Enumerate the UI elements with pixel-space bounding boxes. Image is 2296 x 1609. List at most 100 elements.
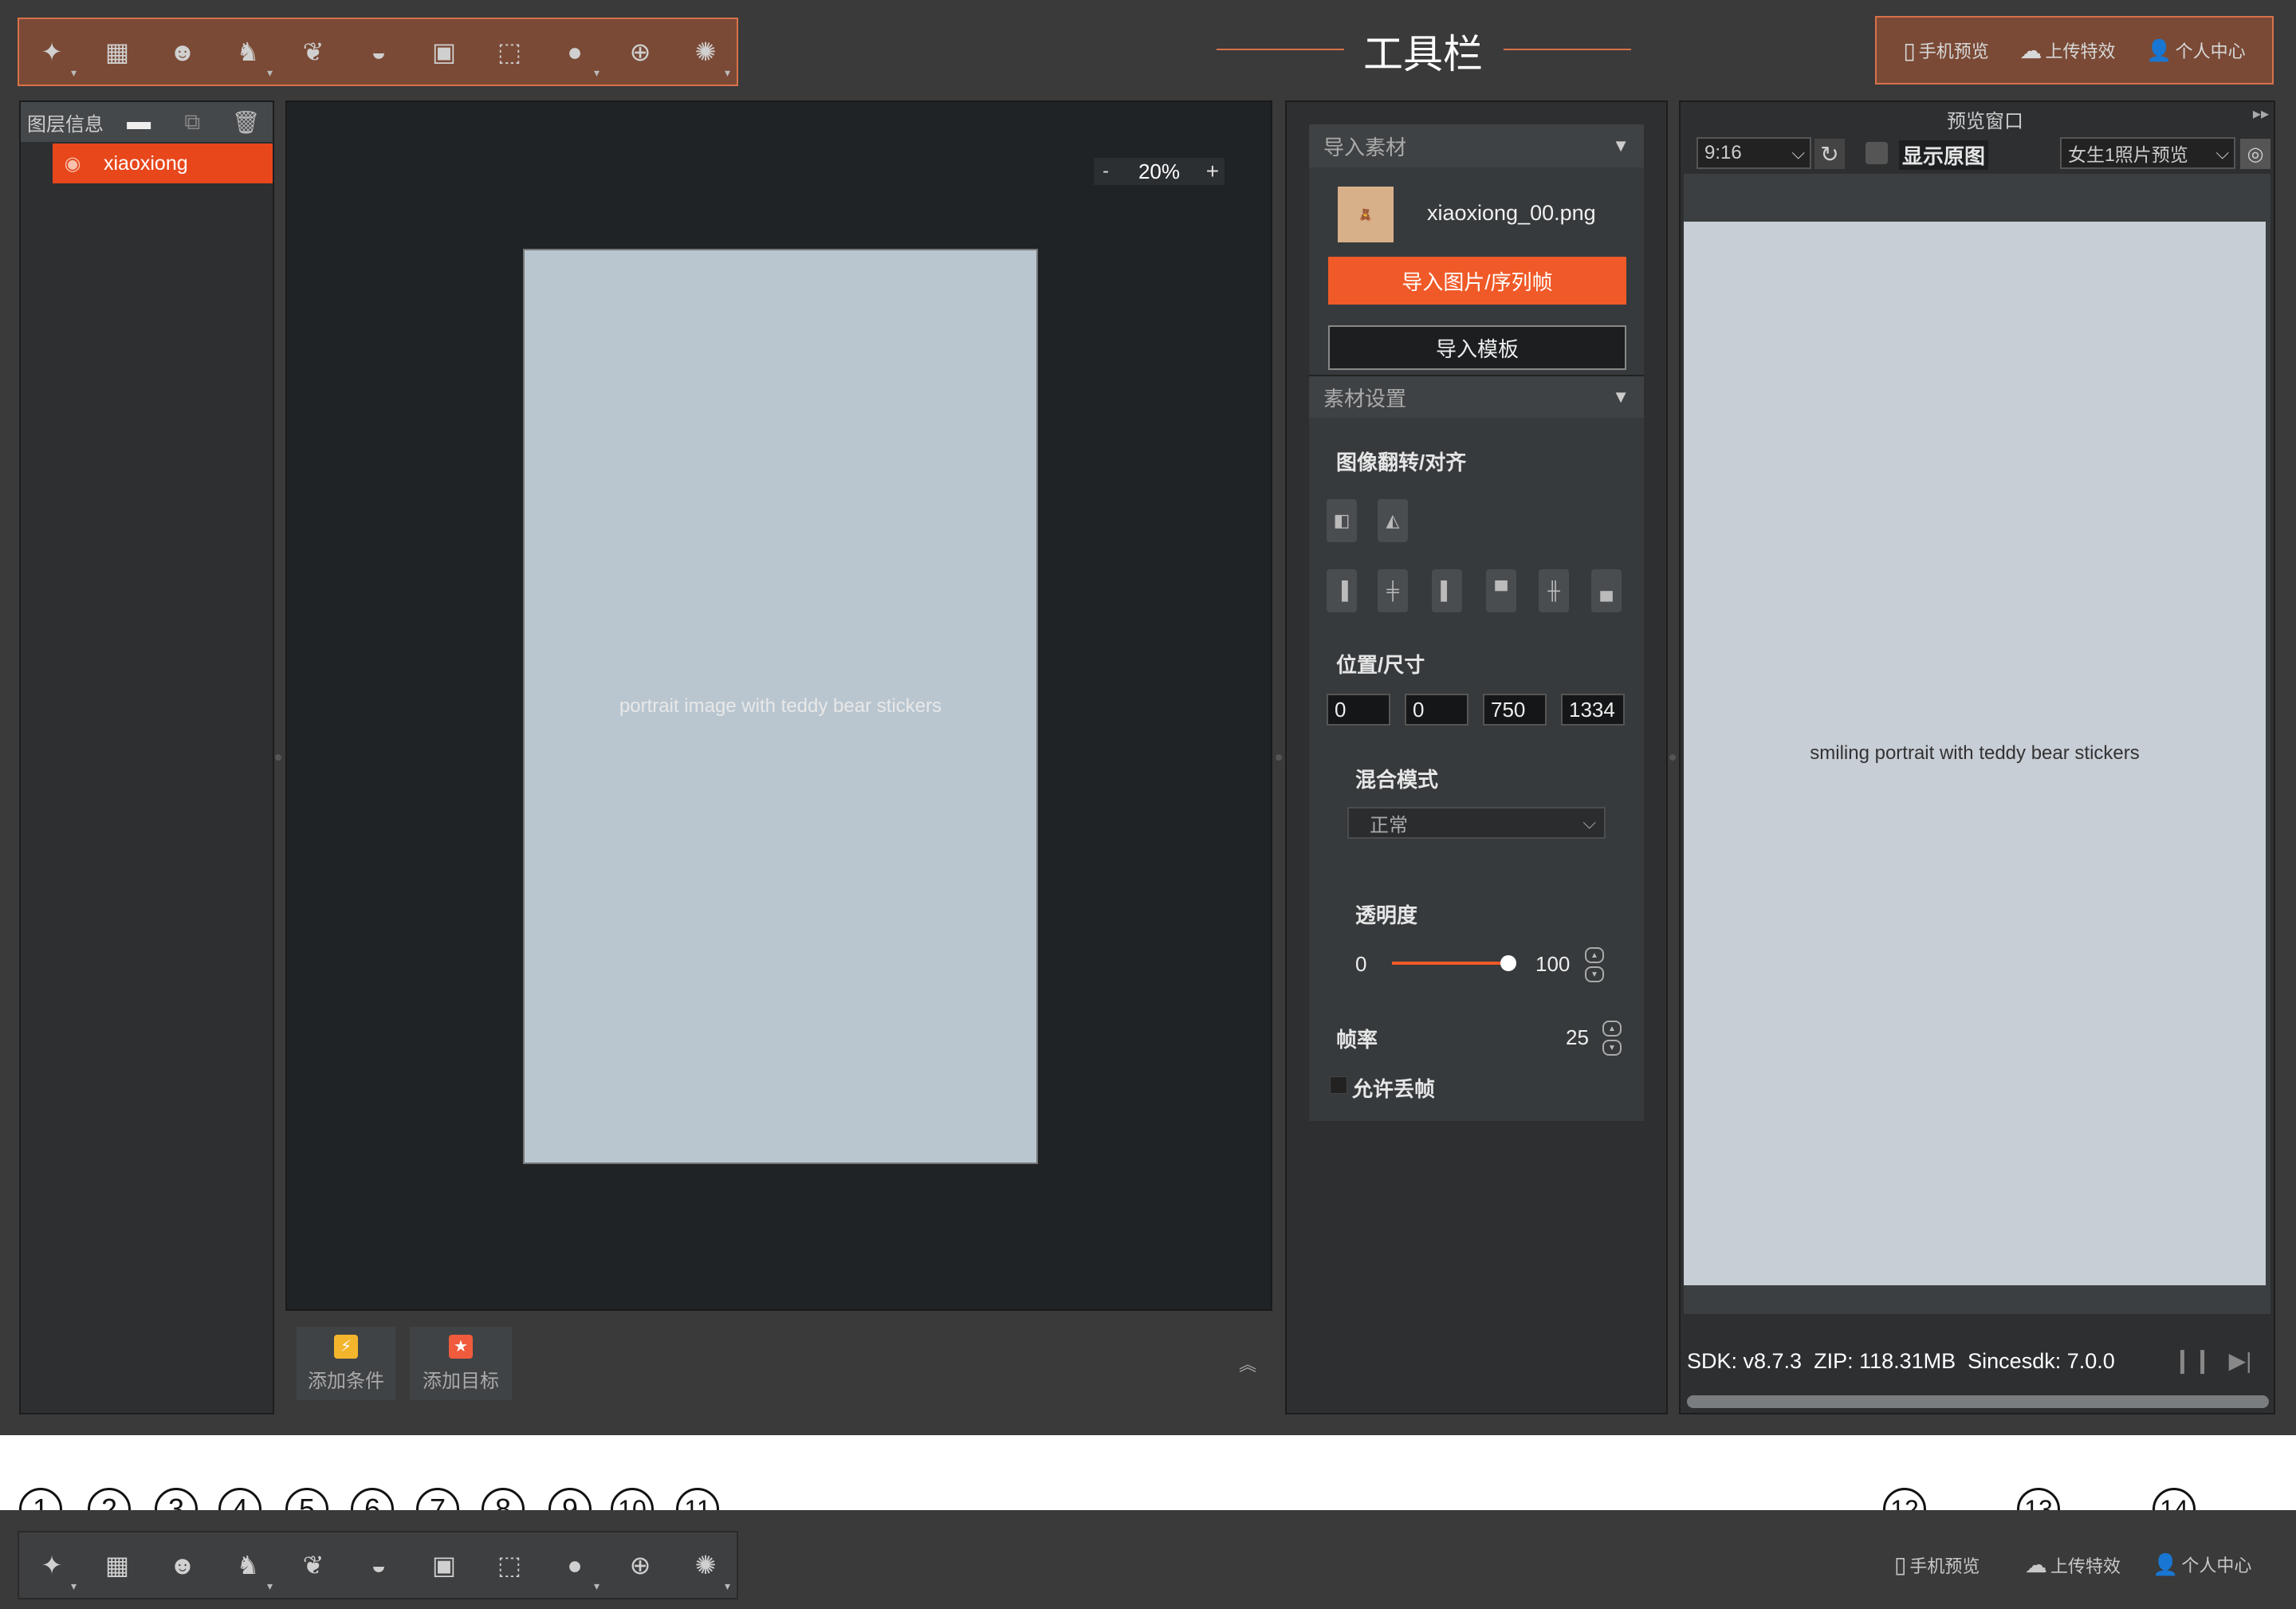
model-select[interactable]: 女生1照片预览 ⌵ — [2060, 137, 2235, 169]
cloud-upload-icon: ☁ — [2025, 1552, 2047, 1577]
opacity-value[interactable]: 100 — [1535, 952, 1570, 977]
wand-icon[interactable]: ✦ ▾ — [19, 1532, 85, 1598]
align-bottom-icon[interactable]: ▄ — [1591, 569, 1622, 612]
layer-item[interactable]: ◉ xiaoxiong — [53, 144, 273, 183]
user-center-button[interactable]: 👤 个人中心 — [2146, 37, 2245, 63]
mask-icon[interactable]: ⊕ — [607, 19, 673, 85]
align-top-icon[interactable]: ▀ — [1486, 569, 1516, 612]
opacity-spinner[interactable]: ▲ ▼ — [1585, 947, 1604, 982]
add-target-button[interactable]: ★ 添加目标 — [410, 1327, 512, 1400]
preview-title: 预览窗口 — [1947, 111, 2023, 132]
upload-effect-button[interactable]: ☁ 上传特效 — [2020, 37, 2116, 64]
trash-icon[interactable]: 🗑 — [219, 109, 273, 136]
contour-icon[interactable]: ◒ — [346, 1532, 411, 1598]
fps-label: 帧率 — [1336, 1028, 1378, 1052]
opacity-slider[interactable] — [1392, 962, 1512, 965]
asset-panel-left-handle[interactable] — [1276, 754, 1282, 761]
makeup-icon[interactable]: ❦ — [281, 1532, 346, 1598]
blend-mode-label: 混合模式 — [1355, 768, 1439, 792]
add-condition-button[interactable]: ⚡ 添加条件 — [297, 1327, 395, 1400]
contour-icon[interactable]: ◒ — [346, 19, 411, 85]
mask-icon[interactable]: ⊕ — [607, 1532, 673, 1598]
hair-icon[interactable]: ♞ ▾ — [215, 19, 281, 85]
asset-thumbnail: 🧸 — [1338, 187, 1394, 242]
opacity-slider-handle[interactable] — [1500, 955, 1516, 971]
import-section-header[interactable]: 导入素材 ▼ — [1309, 124, 1644, 167]
sticker-icon[interactable]: ● ▾ — [542, 1532, 607, 1598]
canvas-left-handle[interactable] — [275, 754, 281, 761]
asset-panel: 导入素材 ▼ 🧸 xiaoxiong_00.png 导入图片/序列帧 导入模板 … — [1309, 124, 1644, 1121]
layers-title: 图层信息 — [27, 113, 104, 136]
duplicate-icon[interactable]: ⧉ — [166, 109, 219, 136]
pause-icon[interactable]: ❙❙ — [2172, 1343, 2212, 1378]
grid-icon[interactable]: ▦ — [85, 1532, 150, 1598]
user-icon: 👤 — [2146, 37, 2172, 62]
height-field[interactable]: 1334 — [1561, 694, 1625, 726]
preview-scrollbar[interactable] — [1687, 1395, 2269, 1408]
ratio-select[interactable]: 9:16 ⌵ — [1696, 137, 1811, 169]
next-frame-icon[interactable]: ▶| — [2224, 1343, 2256, 1378]
layer-name: xiaoxiong — [104, 151, 188, 175]
transform-icon[interactable]: ⬚ — [477, 1532, 542, 1598]
cloud-upload-icon: ☁ — [2019, 37, 2042, 63]
makeup-icon[interactable]: ❦ — [281, 19, 346, 85]
visibility-eye-icon[interactable]: ◉ — [53, 152, 92, 175]
face-icon[interactable]: ☻ — [150, 19, 215, 85]
bottom-phone-preview-button[interactable]: ▯ 手机预览 — [1894, 1552, 1980, 1578]
show-original-checkbox[interactable] — [1866, 142, 1888, 164]
align-left-icon[interactable]: ▐ — [1327, 569, 1357, 612]
width-field[interactable]: 750 — [1483, 694, 1547, 726]
pos-size-label: 位置/尺寸 — [1336, 653, 1425, 677]
preview-left-handle[interactable] — [1669, 754, 1676, 761]
bottom-strip: ✦ ▾ ▦ ☻ ♞ ▾ ❦ ◒ ▣ ⬚ ● ▾ ⊕ ✺ ▾ ▯ 手机预览 ☁ 上传特效 … — [0, 1510, 2296, 1609]
grid-icon[interactable]: ▦ — [85, 19, 150, 85]
sticker-icon[interactable]: ● ▾ — [542, 19, 607, 85]
opacity-min: 0 — [1355, 952, 1367, 976]
preview-title-bar: 预览窗口 ▸▸ — [1681, 102, 2274, 132]
camera-icon[interactable]: ◎ — [2240, 139, 2270, 169]
folder-icon[interactable]: ▬ — [112, 108, 166, 136]
canvas-area: - 20% + portrait image with teddy bear s… — [285, 100, 1272, 1311]
drop-frame-checkbox[interactable] — [1330, 1076, 1347, 1094]
bottom-user-center-button[interactable]: 👤 个人中心 — [2152, 1552, 2251, 1577]
collapse-up-icon[interactable]: ︽ — [1236, 1349, 1260, 1378]
zoom-level: 20% — [1138, 159, 1181, 183]
preview-panel: 预览窗口 ▸▸ 9:16 ⌵ ↻ 显示原图 女生1照片预览 ⌵ ◎ smilin… — [1679, 100, 2275, 1414]
effect-icon[interactable]: ✺ ▾ — [673, 19, 738, 85]
settings-section-header[interactable]: 素材设置 ▼ — [1309, 375, 1644, 418]
user-icon: 👤 — [2152, 1552, 2179, 1576]
refresh-icon[interactable]: ↻ — [1814, 139, 1845, 169]
fps-value[interactable]: 25 — [1566, 1025, 1589, 1050]
fps-spinner[interactable]: ▲ ▼ — [1602, 1021, 1622, 1056]
position-x-field[interactable]: 0 — [1327, 694, 1390, 726]
asset-file-name: xiaoxiong_00.png — [1427, 201, 1596, 225]
import-template-button[interactable]: 导入模板 — [1328, 325, 1626, 370]
hair-icon[interactable]: ♞ ▾ — [215, 1532, 281, 1598]
zoom-in-button[interactable]: + — [1201, 159, 1225, 184]
canvas-image[interactable]: portrait image with teddy bear stickers — [523, 249, 1038, 1164]
align-right-icon[interactable]: ▌ — [1432, 569, 1462, 612]
align-vcenter-icon[interactable]: ╫ — [1539, 569, 1569, 612]
zoom-out-button[interactable]: - — [1094, 160, 1118, 183]
image-icon[interactable]: ▣ — [411, 1532, 477, 1598]
toolbar-right: ▯ 手机预览 ☁ 上传特效 👤 个人中心 — [1875, 16, 2274, 85]
expand-icon[interactable]: ▸▸ — [2253, 104, 2269, 124]
wand-icon[interactable]: ✦ ▾ — [19, 19, 85, 85]
phone-icon: ▯ — [1894, 1552, 1907, 1577]
preview-image: smiling portrait with teddy bear sticker… — [1684, 222, 2266, 1285]
phone-icon: ▯ — [1903, 37, 1916, 63]
phone-preview-button[interactable]: ▯ 手机预览 — [1903, 37, 1988, 64]
chevron-down-icon: ⌵ — [1791, 143, 1805, 163]
flip-vertical-icon[interactable]: ◭ — [1378, 499, 1408, 542]
effect-icon[interactable]: ✺ ▾ — [673, 1532, 738, 1598]
flip-horizontal-icon[interactable]: ◧ — [1327, 499, 1357, 542]
image-icon[interactable]: ▣ — [411, 19, 477, 85]
align-hcenter-icon[interactable]: ╪ — [1378, 569, 1408, 612]
transform-icon[interactable]: ⬚ — [477, 19, 542, 85]
bottom-upload-effect-button[interactable]: ☁ 上传特效 — [2025, 1552, 2121, 1578]
blend-mode-select[interactable]: 正常 ⌵ — [1347, 807, 1606, 839]
position-y-field[interactable]: 0 — [1405, 694, 1468, 726]
import-image-button[interactable]: 导入图片/序列帧 — [1328, 257, 1626, 305]
app-window: ✦ ▾ ▦ ☻ ♞ ▾ ❦ ◒ ▣ ⬚ ● ▾ ⊕ ✺ ▾ 工具栏 ▯ 手机预览 ☁ 上… — [0, 0, 2296, 1435]
face-icon[interactable]: ☻ — [150, 1532, 215, 1598]
